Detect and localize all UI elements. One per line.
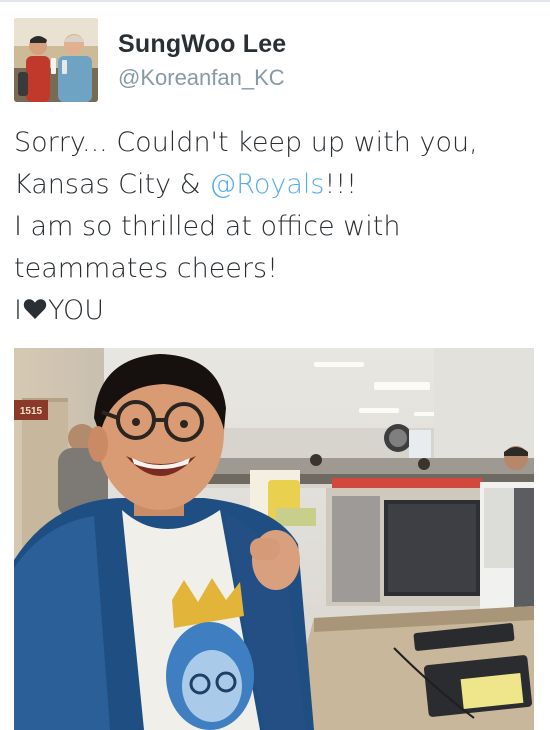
- tweet-line-4: teammates cheers!: [14, 248, 534, 290]
- tweet-text-segment: !!!: [324, 169, 357, 200]
- avatar-image: [14, 18, 98, 102]
- avatar[interactable]: [14, 18, 98, 102]
- tweet-line-2: Kansas City & @Royals!!!: [14, 164, 534, 206]
- tweet-text-segment: I am so thrilled at office with: [14, 211, 401, 242]
- author-block: SungWoo Lee @Koreanfan_KC: [118, 30, 286, 91]
- user-handle[interactable]: @Koreanfan_KC: [118, 65, 286, 91]
- heart-icon: [23, 299, 47, 319]
- tweet-photo[interactable]: 1515: [14, 348, 534, 730]
- tweet-line-3: I am so thrilled at office with: [14, 206, 534, 248]
- tweet-text-segment: Sorry... Couldn't keep up with you,: [14, 127, 478, 158]
- tweet-text-segment: Kansas City &: [14, 169, 210, 200]
- tweet-header: SungWoo Lee @Koreanfan_KC: [14, 18, 534, 106]
- tweet-text-segment: I: [14, 295, 22, 326]
- tweet-text-segment: YOU: [47, 295, 104, 326]
- tweet-text-segment: teammates cheers!: [14, 253, 278, 284]
- display-name[interactable]: SungWoo Lee: [118, 30, 286, 59]
- tweet-line-5: I YOU: [14, 290, 534, 332]
- top-divider: [0, 0, 550, 2]
- mention-link[interactable]: @Royals: [209, 169, 324, 200]
- office-selfie-image: 1515: [14, 348, 534, 730]
- tweet-text: Sorry... Couldn't keep up with you, Kans…: [14, 122, 534, 332]
- door-sign: 1515: [20, 406, 43, 417]
- tweet-line-1: Sorry... Couldn't keep up with you,: [14, 122, 534, 164]
